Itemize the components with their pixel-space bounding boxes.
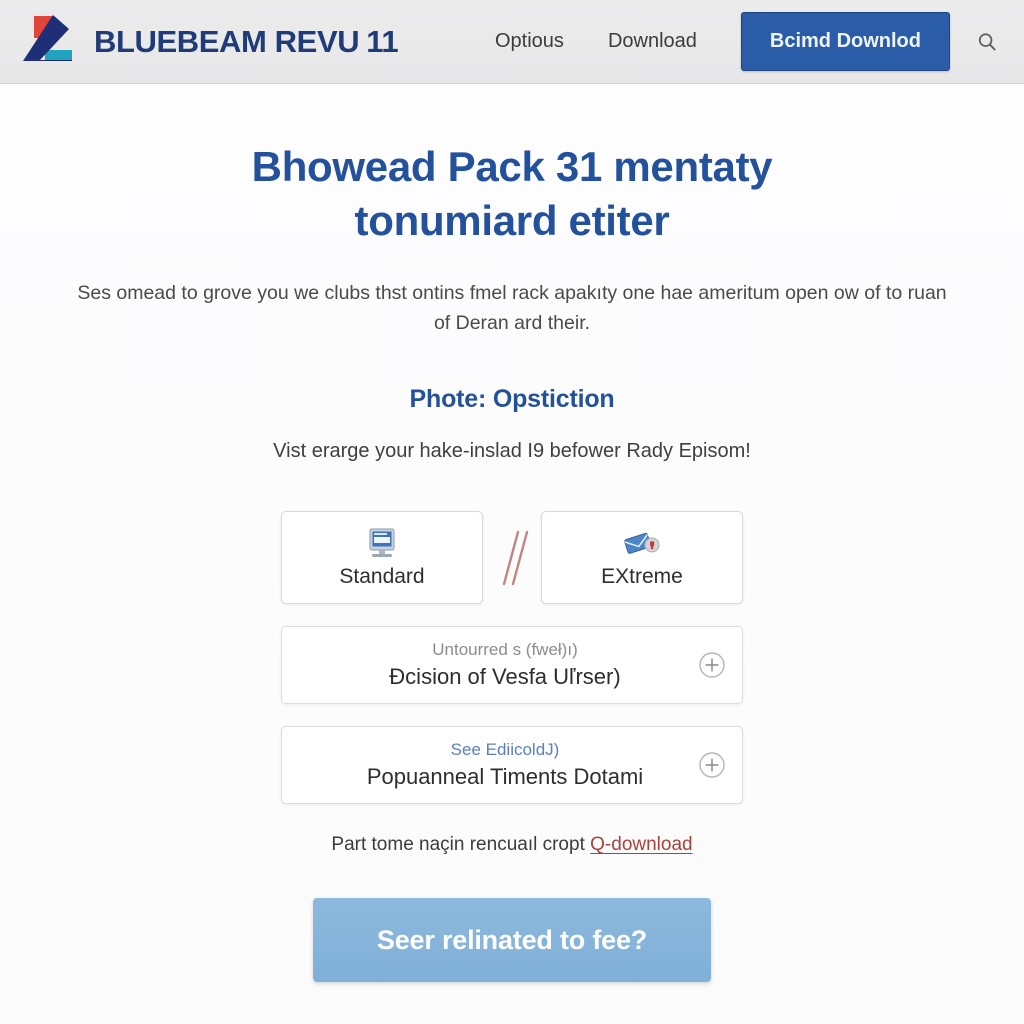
- option-label-extreme: EXtreme: [601, 564, 683, 588]
- accordion-row-1[interactable]: Untourred s (fweł)ı) Ðcision of Vesfa Uľ…: [281, 626, 743, 705]
- plus-circle-icon[interactable]: [698, 751, 726, 779]
- search-icon: [978, 32, 996, 50]
- option-cards-row: Standard EXtreme: [0, 511, 1024, 605]
- note-line: Part tome naçin rencuaıl cropt Q-downloa…: [0, 834, 1024, 856]
- primary-nav: Optious Download Bcimd Downlod: [473, 12, 1008, 71]
- envelope-badge-icon: [624, 532, 660, 554]
- brand[interactable]: BLUEBEAM REVU 11: [18, 13, 399, 71]
- brand-version: 11: [366, 23, 399, 59]
- section-title: Phote: Opstiction: [409, 385, 615, 414]
- slash-divider-glyph: [502, 530, 529, 585]
- nav-item-download[interactable]: Download: [586, 30, 719, 53]
- site-header: BLUEBEAM REVU 11 Optious Download Bcimd D…: [0, 0, 1024, 84]
- section-subtitle: Vist erarge your hake-inslad I9 befower …: [273, 440, 751, 463]
- header-download-button[interactable]: Bcimd Downlod: [740, 12, 950, 71]
- main-content: Bhowead Pack 31 mentaty tonumiard etiter…: [0, 84, 1024, 983]
- plus-circle-icon[interactable]: [698, 651, 726, 679]
- page-root: BLUEBEAM REVU 11 Optious Download Bcimd D…: [0, 0, 1024, 1024]
- accordion-row-1-text: Untourred s (fweł)ı) Ðcision of Vesfa Uľ…: [302, 638, 690, 693]
- accordion-row-2-text: See EdiicoldJ) Popuanneal Timents Dotami: [302, 738, 690, 793]
- accordion-row-1-title: Ðcision of Vesfa Uľrser): [389, 664, 621, 690]
- accordion-row-1-eyebrow: Untourred s (fweł)ı): [432, 639, 578, 659]
- accordion-row-2-eyebrow: See EdiicoldJ): [450, 739, 560, 759]
- search-button[interactable]: [970, 25, 1004, 59]
- double-slash-divider-icon: [483, 522, 541, 594]
- monitor-icon: [369, 528, 395, 557]
- accordion-row-2[interactable]: See EdiicoldJ) Popuanneal Timents Dotami: [281, 726, 743, 805]
- bottom-cta-button[interactable]: Seer relinated to fee?: [313, 898, 711, 983]
- brand-name: BLUEBEAM REVU 11: [94, 23, 399, 60]
- bluebeam-logo-icon: [23, 14, 72, 61]
- option-card-standard[interactable]: Standard: [281, 511, 483, 605]
- brand-name-text: BLUEBEAM REVU: [94, 23, 360, 59]
- accordion-row-2-title: Popuanneal Timents Dotami: [366, 764, 644, 790]
- note-text: Part tome naçin rencuaıl cropt: [331, 834, 591, 856]
- q-download-link[interactable]: Q-download: [590, 834, 692, 855]
- page-title: Bhowead Pack 31 mentaty tonumiard etiter: [251, 143, 773, 244]
- option-card-extreme[interactable]: EXtreme: [541, 511, 743, 605]
- option-label-standard: Standard: [339, 564, 425, 588]
- bottom-cta-wrap: Seer relinated to fee?: [0, 898, 1024, 983]
- hero-subtitle: Ses omead to ɡrove you we clubs thst ont…: [77, 281, 947, 335]
- nav-item-options[interactable]: Optious: [473, 30, 586, 53]
